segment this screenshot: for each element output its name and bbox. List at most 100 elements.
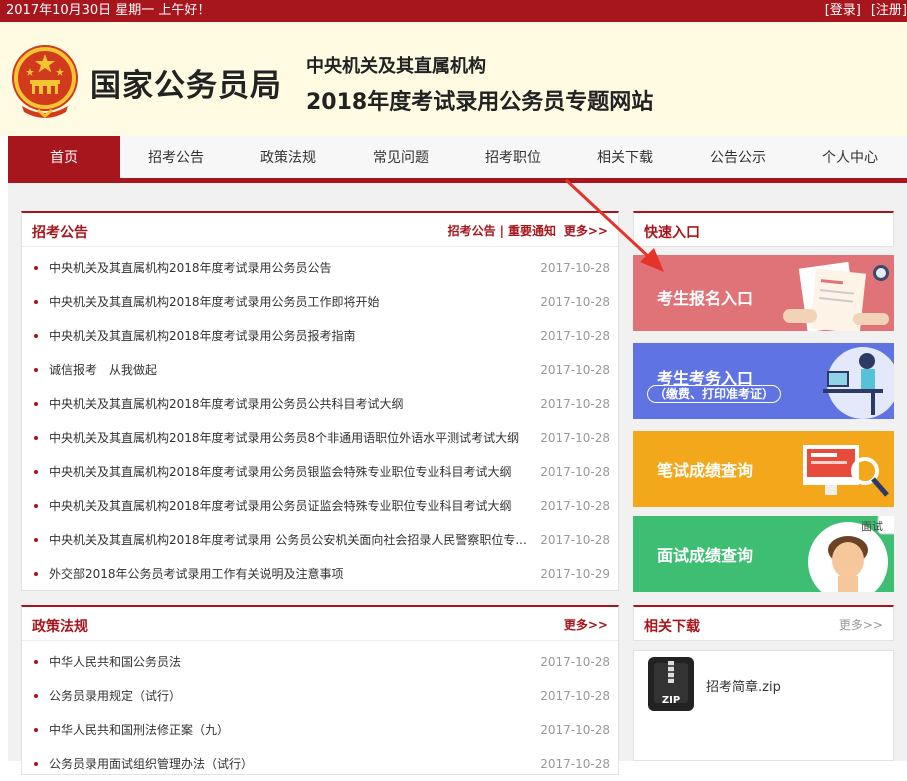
- bullet-icon: [34, 470, 38, 474]
- list-item[interactable]: 中央机关及其直属机构2018年度考试录用公务员证监会特殊专业职位专业科目考试大纲…: [32, 489, 610, 523]
- registration-form-icon: [783, 261, 889, 331]
- announcements-more-link[interactable]: 更多>>: [564, 222, 608, 239]
- login-link[interactable]: [登录]: [825, 3, 861, 18]
- bullet-icon: [34, 436, 38, 440]
- list-item[interactable]: 中央机关及其直属机构2018年度考试录用公务员工作即将开始 2017-10-28: [32, 285, 610, 319]
- list-item[interactable]: 外交部2018年公务员考试录用工作有关说明及注意事项 2017-10-29: [32, 557, 610, 591]
- tile-exam-affairs-sublabel: （缴费、打印准考证）: [647, 385, 782, 403]
- item-title[interactable]: 中央机关及其直属机构2018年度考试录用公务员工作即将开始: [49, 285, 529, 319]
- bullet-icon: [34, 368, 38, 372]
- exam-affairs-desk-icon: [823, 347, 894, 419]
- item-date: 2017-10-28: [540, 431, 610, 445]
- item-title[interactable]: 中央机关及其直属机构2018年度考试录用 公务员公安机关面向社会招录人民警察职位…: [49, 523, 529, 557]
- policies-more-link[interactable]: 更多>>: [564, 616, 608, 633]
- announcements-list: 中央机关及其直属机构2018年度考试录用公务员公告 2017-10-28 中央机关…: [32, 251, 610, 591]
- nav-positions[interactable]: 招考职位: [457, 136, 569, 180]
- nav-faq[interactable]: 常见问题: [345, 136, 457, 180]
- quick-entry-title: 快速入口: [644, 225, 700, 241]
- site-name: 国家公务员局: [90, 68, 282, 104]
- announcements-title: 招考公告: [32, 225, 88, 241]
- download-item[interactable]: ZIP 招考简章.zip: [633, 650, 894, 761]
- announcements-header: 招考公告 招考公告 | 重要通知 更多>>: [22, 213, 618, 247]
- list-item[interactable]: 中央机关及其直属机构2018年度考试录用公务员公共科目考试大纲 2017-10-2…: [32, 387, 610, 421]
- list-item[interactable]: 公务员录用面试组织管理办法（试行） 2017-10-28: [32, 747, 610, 781]
- national-emblem-icon: [12, 45, 78, 118]
- list-item[interactable]: 中央机关及其直属机构2018年度考试录用公务员公告 2017-10-28: [32, 251, 610, 285]
- item-title[interactable]: 诚信报考 从我做起: [49, 353, 529, 387]
- list-item[interactable]: 中华人民共和国公务员法 2017-10-28: [32, 645, 610, 679]
- item-date: 2017-10-28: [540, 757, 610, 771]
- item-title[interactable]: 中央机关及其直属机构2018年度考试录用公务员8个非通用语职位外语水平测试考试大…: [49, 421, 529, 455]
- item-title[interactable]: 中央机关及其直属机构2018年度考试录用公务员银监会特殊专业职位专业科目考试大纲: [49, 455, 529, 489]
- item-date: 2017-10-28: [540, 723, 610, 737]
- item-date: 2017-10-29: [540, 567, 610, 581]
- tile-exam-affairs-entry[interactable]: 考生考务入口 （缴费、打印准考证）: [633, 343, 894, 419]
- nav-personal-center[interactable]: 个人中心: [794, 136, 906, 180]
- header-subtitle-org: 中央机关及其直属机构: [306, 56, 486, 77]
- written-score-screen-icon: [803, 445, 889, 497]
- announcements-tabs: 招考公告 | 重要通知: [448, 222, 556, 239]
- item-date: 2017-10-28: [540, 261, 610, 275]
- bullet-icon: [34, 300, 38, 304]
- item-date: 2017-10-28: [540, 465, 610, 479]
- list-item[interactable]: 中央机关及其直属机构2018年度考试录用 公务员公安机关面向社会招录人民警察职位…: [32, 523, 610, 557]
- policies-title: 政策法规: [32, 619, 88, 635]
- list-item[interactable]: 中央机关及其直属机构2018年度考试录用公务员银监会特殊专业职位专业科目考试大纲…: [32, 455, 610, 489]
- header-subtitle-site: 2018年度考试录用公务员专题网站: [306, 90, 654, 115]
- policies-header: 政策法规 更多>>: [22, 607, 618, 641]
- list-item[interactable]: 中央机关及其直属机构2018年度考试录用公务员8个非通用语职位外语水平测试考试大…: [32, 421, 610, 455]
- item-date: 2017-10-28: [540, 397, 610, 411]
- zip-badge-text: ZIP: [662, 695, 680, 706]
- tile-registration-label: 考生报名入口: [657, 289, 754, 308]
- downloads-more-link[interactable]: 更多>>: [839, 616, 883, 633]
- tab-announcements[interactable]: 招考公告: [448, 224, 496, 238]
- tile-interview-score-query[interactable]: 面试 面试成绩查询: [633, 516, 894, 592]
- bullet-icon: [34, 572, 38, 576]
- nav-announcements[interactable]: 招考公告: [120, 136, 232, 180]
- item-title[interactable]: 中央机关及其直属机构2018年度考试录用公务员报考指南: [49, 319, 529, 353]
- nav-notices[interactable]: 公告公示: [682, 136, 794, 180]
- item-date: 2017-10-28: [540, 329, 610, 343]
- quick-entry-panel: 快速入口: [633, 211, 894, 247]
- date-greeting: 2017年10月30日 星期一 上午好！: [6, 3, 211, 18]
- item-title[interactable]: 中央机关及其直属机构2018年度考试录用公务员证监会特殊专业职位专业科目考试大纲: [49, 489, 529, 523]
- list-item[interactable]: 公务员录用规定（试行） 2017-10-28: [32, 679, 610, 713]
- item-title[interactable]: 公务员录用面试组织管理办法（试行）: [49, 747, 529, 781]
- bullet-icon: [34, 334, 38, 338]
- bullet-icon: [34, 694, 38, 698]
- top-bar: 2017年10月30日 星期一 上午好！ [登录] [注册]: [0, 0, 907, 22]
- tile-registration-entry[interactable]: 考生报名入口: [633, 255, 894, 331]
- tab-separator: |: [499, 224, 504, 238]
- tile-interview-score-label: 面试成绩查询: [657, 546, 754, 565]
- bullet-icon: [34, 504, 38, 508]
- item-date: 2017-10-28: [540, 689, 610, 703]
- bullet-icon: [34, 402, 38, 406]
- list-item[interactable]: 诚信报考 从我做起 2017-10-28: [32, 353, 610, 387]
- item-date: 2017-10-28: [540, 295, 610, 309]
- register-link[interactable]: [注册]: [871, 3, 907, 18]
- item-title[interactable]: 外交部2018年公务员考试录用工作有关说明及注意事项: [49, 557, 529, 591]
- item-date: 2017-10-28: [540, 655, 610, 669]
- list-item[interactable]: 中央机关及其直属机构2018年度考试录用公务员报考指南 2017-10-28: [32, 319, 610, 353]
- item-date: 2017-10-28: [540, 499, 610, 513]
- bullet-icon: [34, 660, 38, 664]
- item-title[interactable]: 公务员录用规定（试行）: [49, 679, 529, 713]
- nav-home[interactable]: 首页: [8, 136, 120, 182]
- site-header: 国家公务员局 中央机关及其直属机构 2018年度考试录用公务员专题网站: [0, 22, 907, 136]
- announcements-panel: 招考公告 招考公告 | 重要通知 更多>> 中央机关及其直属机构2018年度考试录用…: [21, 211, 619, 591]
- download-file-name[interactable]: 招考简章.zip: [706, 676, 781, 695]
- account-links: [登录] [注册]: [815, 0, 907, 22]
- nav-policies[interactable]: 政策法规: [232, 136, 344, 180]
- item-title[interactable]: 中华人民共和国公务员法: [49, 645, 529, 679]
- tile-written-score-query[interactable]: 笔试成绩查询: [633, 431, 894, 507]
- item-title[interactable]: 中央机关及其直属机构2018年度考试录用公务员公告: [49, 251, 529, 285]
- item-title[interactable]: 中华人民共和国刑法修正案（九）: [49, 713, 529, 747]
- list-item[interactable]: 中华人民共和国刑法修正案（九） 2017-10-28: [32, 713, 610, 747]
- nav-downloads[interactable]: 相关下载: [569, 136, 681, 180]
- item-date: 2017-10-28: [540, 363, 610, 377]
- item-title[interactable]: 中央机关及其直属机构2018年度考试录用公务员公共科目考试大纲: [49, 387, 529, 421]
- main-nav: 首页 招考公告 政策法规 常见问题 招考职位 相关下载 公告公示 个人中心: [8, 136, 907, 182]
- downloads-panel: 相关下载 更多>>: [633, 605, 894, 641]
- zip-file-icon: ZIP: [648, 657, 694, 711]
- tab-important-notices[interactable]: 重要通知: [508, 224, 556, 238]
